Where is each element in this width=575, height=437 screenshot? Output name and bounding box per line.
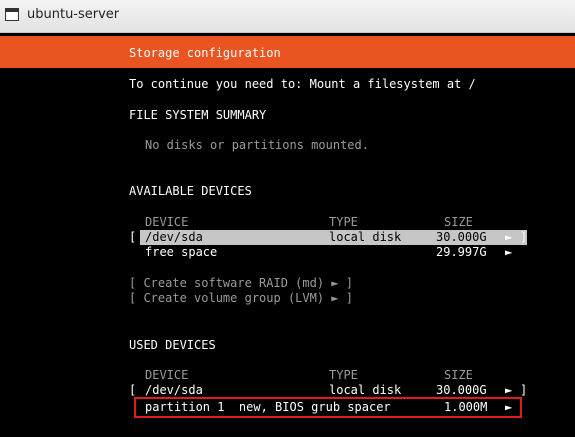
header-bar: [0, 36, 575, 68]
create-lvm-button[interactable]: [ Create volume group (LVM) ► ]: [129, 291, 353, 305]
used-row-sda-size: 30.000G: [436, 383, 487, 397]
row-open-bracket: [: [129, 230, 137, 244]
available-row-free-size: 29.997G: [436, 245, 487, 259]
row-close-bracket: ]: [520, 383, 528, 397]
available-col-size: SIZE: [444, 215, 473, 229]
row-open-bracket: [: [129, 383, 137, 397]
available-row-sda-arrow-icon[interactable]: ►: [505, 230, 512, 244]
used-row-sda-arrow-icon[interactable]: ►: [505, 383, 512, 397]
row-close-bracket: ]: [520, 230, 528, 244]
terminal-window-icon: [5, 8, 19, 21]
available-heading: AVAILABLE DEVICES: [129, 184, 252, 198]
available-col-device: DEVICE: [145, 215, 189, 229]
instructions-text: To continue you need to: Mount a filesys…: [129, 77, 476, 91]
fs-summary-heading: FILE SYSTEM SUMMARY: [129, 108, 267, 122]
window-titlebar: ubuntu-server: [0, 0, 575, 33]
available-row-free-arrow-icon[interactable]: ►: [505, 245, 512, 259]
fs-summary-empty: No disks or partitions mounted.: [145, 138, 369, 152]
available-row-sda-size: 30.000G: [436, 230, 487, 244]
available-row-sda-type: local disk: [329, 230, 402, 244]
highlight-annotation-box: [134, 397, 522, 418]
available-col-type: TYPE: [329, 215, 358, 229]
used-row-sda-device[interactable]: /dev/sda: [145, 383, 203, 397]
available-row-sda-device[interactable]: /dev/sda: [145, 230, 203, 244]
used-col-device: DEVICE: [145, 368, 189, 382]
used-row-sda-type: local disk: [329, 383, 402, 397]
available-row-free-device[interactable]: free space: [145, 245, 217, 259]
page-title: Storage configuration: [129, 46, 281, 60]
used-col-type: TYPE: [329, 368, 358, 382]
used-heading: USED DEVICES: [129, 338, 216, 352]
create-raid-button[interactable]: [ Create software RAID (md) ► ]: [129, 276, 353, 290]
used-col-size: SIZE: [444, 368, 473, 382]
window-title: ubuntu-server: [27, 7, 120, 22]
